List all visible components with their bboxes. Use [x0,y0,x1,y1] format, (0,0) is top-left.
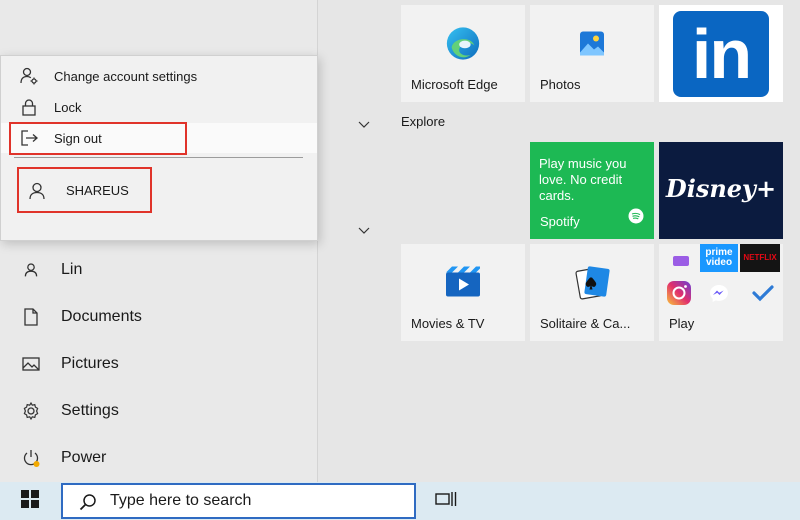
solitaire-icon [570,263,614,306]
nav-item-pictures[interactable]: Pictures [0,344,316,384]
movies-tv-icon [443,264,483,305]
flyout-divider [14,157,303,158]
nav-item-label: Lin [61,261,83,278]
person-icon [20,259,42,281]
search-icon [79,493,97,511]
tile-label: Microsoft Edge [411,77,498,92]
tile-movies-tv[interactable]: Movies & TV [401,244,525,341]
task-view-button[interactable] [434,482,458,520]
tile-disney-plus[interactable]: Disney+ [659,142,783,239]
folder-mini-icon [673,256,689,266]
change-account-settings-item[interactable]: Change account settings [1,61,317,91]
power-icon [20,447,42,469]
photos-icon [574,25,610,66]
netflix-logo: NETFLIX [740,244,780,272]
change-account-settings-label: Change account settings [54,68,198,84]
play-folder-mini-tiles: prime video NETFLIX [659,244,783,314]
tile-label: Photos [540,77,581,92]
lock-item[interactable]: Lock [1,92,317,122]
tile-microsoft-edge[interactable]: Microsoft Edge [401,5,525,102]
instagram-icon [662,279,696,306]
nav-item-label: Documents [61,308,142,325]
nav-item-user[interactable]: Lin [0,250,316,290]
tile-solitaire[interactable]: Solitaire & Ca... [530,244,654,341]
nav-item-label: Pictures [61,355,119,372]
tile-label: Solitaire & Ca... [540,316,631,331]
prime-video-logo: prime video [700,244,738,272]
task-view-icon [435,491,457,512]
gear-icon [20,400,42,422]
search-placeholder: Type here to search [110,492,252,509]
nav-item-settings[interactable]: Settings [0,391,316,431]
nav-item-label: Power [61,449,107,466]
disney-plus-logo: Disney+ [665,174,777,203]
pictures-icon [20,353,42,375]
tile-play-folder[interactable]: prime video NETFLIX Play [659,244,783,341]
spotify-icon [628,208,644,229]
todo-check-icon [752,284,774,307]
taskbar: Type here to search [0,482,800,520]
lock-label: Lock [54,99,82,115]
account-flyout: Change account settings Lock Sign out SH… [0,55,318,241]
chevron-down-icon[interactable] [356,225,372,237]
spotify-promo-text: Play music you love. No credit cards. [539,156,627,203]
document-icon [20,306,42,328]
linkedin-logo: in [673,11,769,97]
messenger-icon [709,284,729,307]
tile-photos[interactable]: Photos [530,5,654,102]
tile-label: Movies & TV [411,316,485,331]
sign-out-label: Sign out [54,130,102,146]
tile-linkedin[interactable]: in [659,5,783,102]
nav-item-power[interactable]: Power [0,438,316,478]
lock-icon [18,96,40,118]
start-button[interactable] [12,482,48,520]
nav-item-label: Settings [61,402,119,419]
chevron-down-icon[interactable] [356,119,372,131]
edge-icon [444,24,482,67]
person-settings-icon [18,65,40,87]
sign-out-icon [18,127,40,149]
taskbar-search-box[interactable]: Type here to search [61,483,416,519]
switch-user-label: SHAREUS [66,183,129,198]
person-icon [26,180,48,202]
tile-label: Play [669,316,695,331]
tile-spotify[interactable]: Play music you love. No credit cards. Sp… [530,142,654,239]
group-title-explore[interactable]: Explore [401,114,445,129]
nav-item-documents[interactable]: Documents [0,297,316,337]
sign-out-item[interactable]: Sign out [1,123,317,153]
switch-user-item[interactable]: SHAREUS [18,169,152,212]
windows-logo-icon [21,489,39,513]
start-menu-left-column: Change account settings Lock Sign out SH… [0,0,318,482]
tile-label: Spotify [540,214,580,229]
